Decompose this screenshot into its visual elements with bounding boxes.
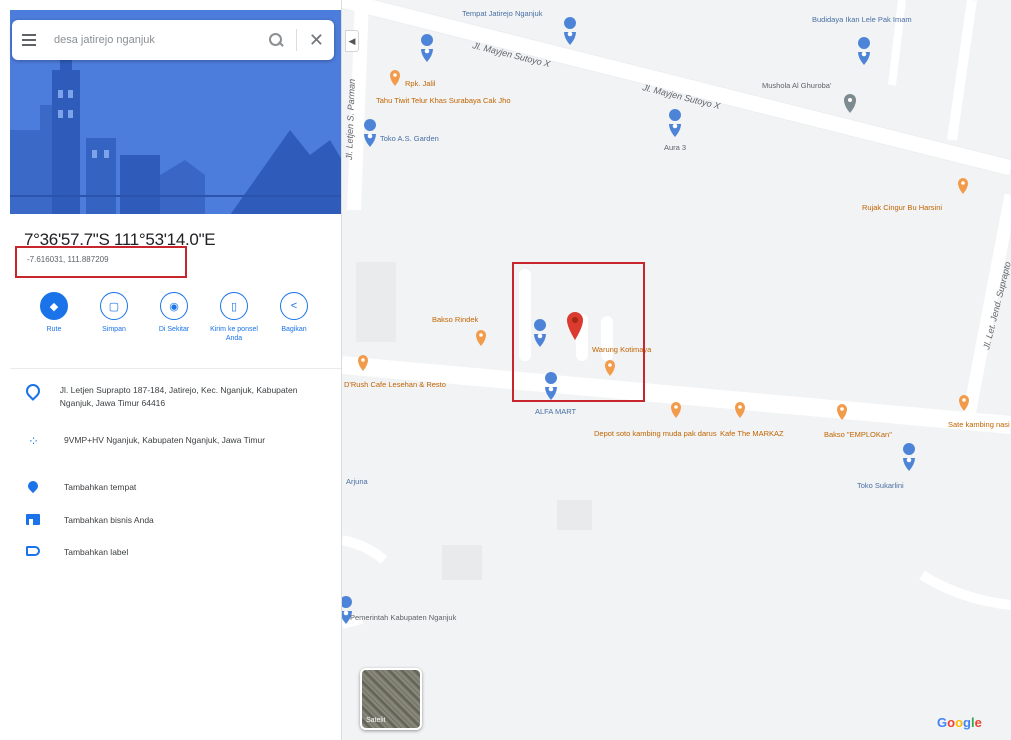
collapse-panel-button[interactable]: ◀ (345, 30, 359, 52)
highlight-box-coordinates (15, 246, 187, 278)
route-button[interactable]: ◆ Rute (24, 292, 84, 343)
poi-jatirejo-top[interactable]: Tempat Jatirejo Nganjuk (462, 9, 577, 45)
svg-text:Aura 3: Aura 3 (664, 143, 686, 152)
store-icon (24, 514, 42, 530)
route-label: Rute (46, 326, 62, 333)
highlight-box-location (512, 262, 645, 402)
poi-tahu-tiwit[interactable]: Tahu Tiwit Telur Khas Surabaya Cak Jho (376, 96, 511, 105)
send-to-phone-button[interactable]: ▯ Kirim ke ponsel Anda (204, 292, 264, 343)
svg-text:Pemerintah Kabupaten Nganjuk: Pemerintah Kabupaten Nganjuk (350, 613, 457, 622)
share-label: Bagikan (281, 326, 307, 333)
satellite-label: Satelit (366, 717, 386, 724)
poi-drush[interactable]: D'Rush Cafe Lesehan & Resto (344, 355, 446, 389)
google-logo: Google (937, 715, 982, 730)
plus-code-text: 9VMP+HV Nganjuk, Kabupaten Nganjuk, Jawa… (64, 435, 266, 445)
poi-bakso-rindek[interactable]: Bakso Rindek (432, 315, 486, 346)
svg-text:Bakso "EMPLOKan": Bakso "EMPLOKan" (824, 430, 892, 439)
add-business-row[interactable]: Tambahkan bisnis Anda (24, 514, 324, 530)
plus-code-icon: ·:· (28, 433, 38, 447)
poi-rujak[interactable]: Rujak Cingur Bu Harsini (862, 178, 968, 212)
save-button[interactable]: ▢ Simpan (84, 292, 144, 343)
maps-window: Jl. Mayjen Sutoyo X Jl. Mayjen Sutoyo X … (0, 0, 1011, 740)
share-icon: < (280, 292, 308, 320)
search-box[interactable]: desa jatirejo nganjuk ✕ (12, 20, 334, 60)
add-label-text: Tambahkan label (64, 547, 129, 557)
svg-text:Bakso Rindek: Bakso Rindek (432, 315, 479, 324)
svg-text:Rujak Cingur Bu Harsini: Rujak Cingur Bu Harsini (862, 203, 942, 212)
poi-toko-as[interactable]: Toko A.S. Garden (364, 119, 439, 147)
action-bar: ◆ Rute ▢ Simpan ◉ Di Sekitar ▯ Kirim ke … (24, 292, 324, 343)
poi-mushola[interactable]: Mushola Al Ghuroba' (762, 81, 856, 113)
poi-sate[interactable]: Sate kambing nasi becek pi (948, 395, 1011, 429)
nearby-label: Di Sekitar (158, 326, 190, 333)
send-to-phone-label: Kirim ke ponsel Anda (210, 326, 258, 343)
poi-layer: Tempat Jatirejo Nganjuk Budidaya Ikan Le… (342, 9, 1011, 624)
svg-text:ALFA MART: ALFA MART (535, 407, 577, 416)
add-place-text: Tambahkan tempat (64, 482, 137, 492)
search-divider (295, 29, 297, 51)
svg-text:Toko Sukarlini: Toko Sukarlini (857, 481, 904, 490)
svg-text:Budidaya Ikan Lele Pak Imam: Budidaya Ikan Lele Pak Imam (812, 15, 912, 24)
poi-bakso-emplokan[interactable]: Bakso "EMPLOKan" (824, 404, 892, 439)
label-icon (24, 546, 42, 562)
svg-text:Tahu Tiwit Telur Khas Surabaya: Tahu Tiwit Telur Khas Surabaya Cak Jho (376, 96, 511, 105)
nearby-button[interactable]: ◉ Di Sekitar (144, 292, 204, 343)
add-place-row[interactable]: Tambahkan tempat (24, 481, 324, 497)
bookmark-icon: ▢ (100, 292, 128, 320)
poi-rpk-jalil-orange[interactable]: Rpk. Jalil (390, 70, 436, 88)
address-text: Jl. Letjen Suprapto 187-184, Jatirejo, K… (59, 385, 298, 409)
svg-text:Depot soto kambing muda pak da: Depot soto kambing muda pak darus (594, 429, 717, 438)
directions-icon: ◆ (40, 292, 68, 320)
poi-rpk-jalil[interactable] (421, 34, 434, 62)
poi-budidaya[interactable]: Budidaya Ikan Lele Pak Imam (812, 15, 912, 65)
map-canvas[interactable]: Jl. Mayjen Sutoyo X Jl. Mayjen Sutoyo X … (342, 0, 1011, 740)
search-icon[interactable] (268, 32, 284, 48)
svg-text:Toko A.S. Garden: Toko A.S. Garden (380, 134, 439, 143)
svg-text:Tempat Jatirejo Nganjuk: Tempat Jatirejo Nganjuk (462, 9, 543, 18)
send-to-phone-icon: ▯ (220, 292, 248, 320)
svg-text:Rpk. Jalil: Rpk. Jalil (405, 79, 436, 88)
plus-code-row[interactable]: ·:· 9VMP+HV Nganjuk, Kabupaten Nganjuk, … (24, 434, 324, 450)
poi-toko-sukarlini[interactable]: Toko Sukarlini (857, 443, 916, 490)
search-input[interactable]: desa jatirejo nganjuk (54, 34, 268, 46)
svg-text:Arjuna: Arjuna (346, 477, 369, 486)
svg-text:D'Rush Cafe Lesehan & Resto: D'Rush Cafe Lesehan & Resto (344, 380, 446, 389)
add-label-row[interactable]: Tambahkan label (24, 546, 324, 562)
add-place-icon (24, 481, 42, 497)
poi-aura3[interactable]: Aura 3 (664, 109, 686, 152)
poi-pemerintah[interactable]: Pemerintah Kabupaten Nganjuk (342, 596, 457, 624)
address-row[interactable]: Jl. Letjen Suprapto 187-184, Jatirejo, K… (24, 384, 324, 410)
panel-divider (10, 368, 341, 369)
svg-text:Mushola Al Ghuroba': Mushola Al Ghuroba' (762, 81, 832, 90)
add-business-text: Tambahkan bisnis Anda (64, 515, 154, 525)
satellite-layer-toggle[interactable]: Satelit (360, 668, 422, 730)
side-panel: desa jatirejo nganjuk ✕ 7°36'57.7"S 111°… (0, 0, 342, 740)
poi-arjuna[interactable]: Arjuna (346, 477, 369, 486)
svg-text:Sate kambing nasi becek pi: Sate kambing nasi becek pi (948, 420, 1011, 429)
hamburger-menu-icon[interactable] (22, 34, 36, 46)
close-icon[interactable]: ✕ (309, 31, 324, 49)
poi-depot-soto[interactable]: Depot soto kambing muda pak darus (594, 402, 717, 438)
nearby-icon: ◉ (160, 292, 188, 320)
svg-text:Kafe The MARKAZ: Kafe The MARKAZ (720, 429, 784, 438)
save-label: Simpan (102, 326, 126, 333)
poi-kafe-markaz[interactable]: Kafe The MARKAZ (720, 402, 784, 438)
share-button[interactable]: < Bagikan (264, 292, 324, 343)
location-pin-icon (24, 384, 38, 400)
